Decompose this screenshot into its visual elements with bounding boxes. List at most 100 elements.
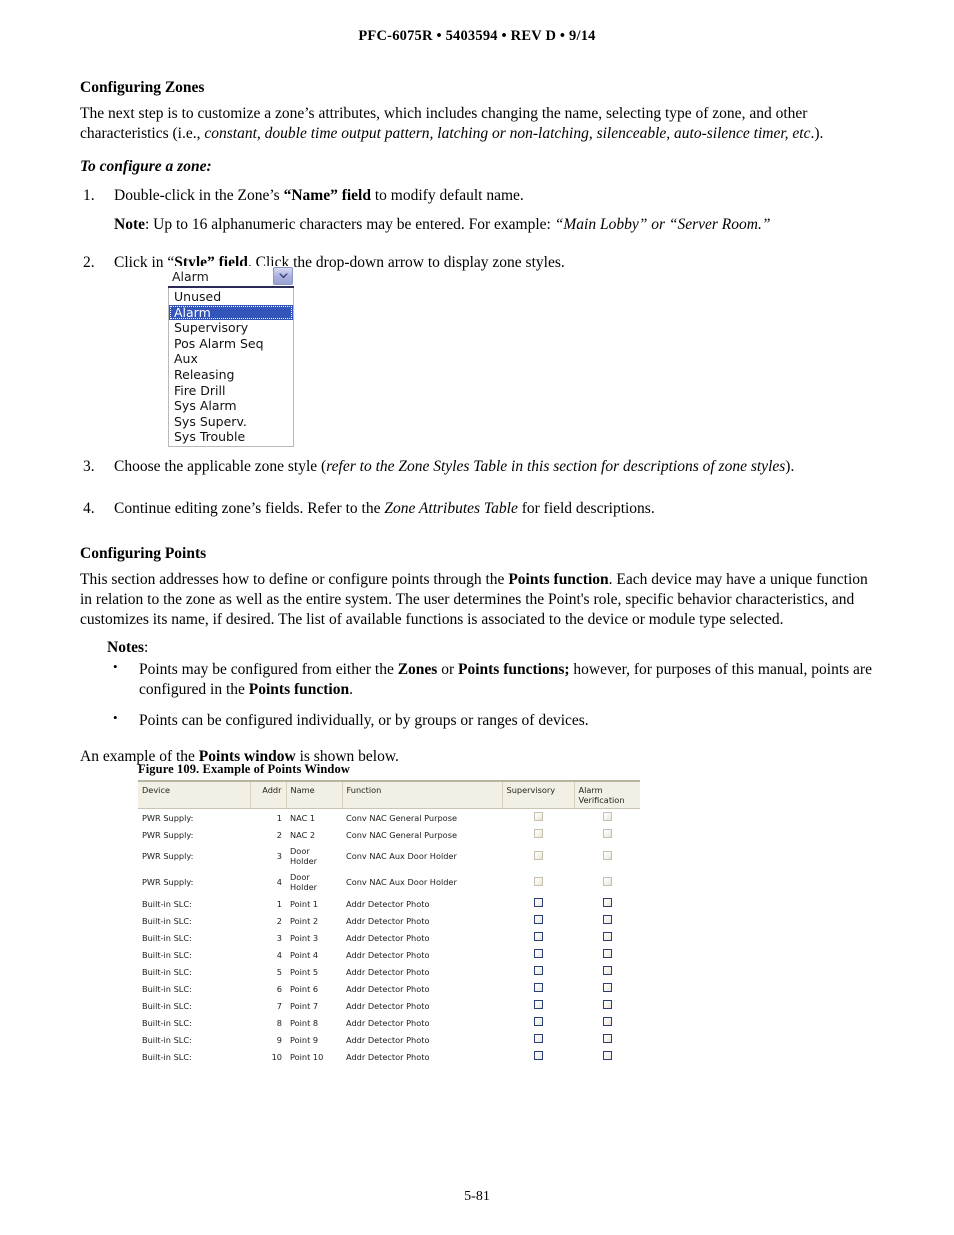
cell-alarm-verification[interactable] [574, 1031, 640, 1048]
column-header-supervisory[interactable]: Supervisory [501, 780, 574, 809]
table-row[interactable]: Built-in SLC: 6 Point 6 Addr Detector Photo [138, 980, 640, 997]
table-row[interactable]: Built-in SLC: 1 Point 1 Addr Detector Photo [138, 895, 640, 912]
column-header-name[interactable]: Name [285, 780, 342, 809]
checkbox-supervisory[interactable] [533, 1034, 543, 1043]
table-row[interactable]: PWR Supply: 4 Door Holder Conv NAC Aux Door… [138, 869, 640, 895]
table-row[interactable]: Built-in SLC: 2 Point 2 Addr Detector Photo [138, 912, 640, 929]
cell-alarm-verification[interactable] [574, 912, 640, 929]
cell-alarm-verification[interactable] [574, 946, 640, 963]
table-row[interactable]: Built-in SLC: 5 Point 5 Addr Detector Photo [138, 963, 640, 980]
cell-addr: 10 [271, 1051, 282, 1062]
checkbox-alarm-verification[interactable] [602, 983, 612, 992]
checkbox-alarm-verification[interactable] [602, 1017, 612, 1026]
cell-alarm-verification[interactable] [574, 997, 640, 1014]
cell-addr: 3 [276, 851, 282, 861]
cell-supervisory[interactable] [502, 869, 574, 895]
table-row[interactable]: Built-in SLC: 9 Point 9 Addr Detector Photo [138, 1031, 640, 1048]
cell-supervisory[interactable] [502, 1014, 574, 1031]
notes-colon: : [144, 638, 149, 656]
cell-function: Addr Detector Photo [346, 915, 430, 926]
cell-supervisory[interactable] [502, 980, 574, 997]
style-dropdown[interactable]: Alarm Unused Alarm Supervisory Pos Alarm… [168, 266, 294, 447]
step-3-italic: refer to the Zone Styles Table in this s… [326, 458, 786, 476]
checkbox-alarm-verification [602, 829, 612, 838]
table-row[interactable]: Built-in SLC: 4 Point 4 Addr Detector Photo [138, 946, 640, 963]
cell-alarm-verification[interactable] [574, 809, 640, 827]
dropdown-option-releasing[interactable]: Releasing [169, 367, 293, 383]
checkbox-supervisory[interactable] [533, 1000, 543, 1009]
cell-device: PWR Supply: [142, 851, 194, 861]
dropdown-option-sys-trouble[interactable]: Sys Trouble [169, 429, 293, 445]
dropdown-option-pos-alarm-seq[interactable]: Pos Alarm Seq [169, 336, 293, 352]
dropdown-option-unused[interactable]: Unused [169, 289, 293, 305]
cell-supervisory[interactable] [502, 843, 574, 869]
column-header-alarm-verification[interactable]: Alarm Verification [573, 780, 640, 809]
dropdown-option-sys-alarm[interactable]: Sys Alarm [169, 398, 293, 414]
cell-alarm-verification[interactable] [574, 895, 640, 912]
table-row[interactable]: PWR Supply: 2 NAC 2 Conv NAC General Purpos… [138, 826, 640, 843]
cell-addr: 5 [276, 966, 282, 977]
cell-alarm-verification[interactable] [574, 929, 640, 946]
checkbox-supervisory[interactable] [533, 1017, 543, 1026]
checkbox-supervisory[interactable] [533, 983, 543, 992]
dropdown-option-aux[interactable]: Aux [169, 351, 293, 367]
checkbox-alarm-verification[interactable] [602, 898, 612, 907]
table-row[interactable]: PWR Supply: 3 Door Holder Conv NAC Aux Door… [138, 843, 640, 869]
cell-alarm-verification[interactable] [574, 869, 640, 895]
checkbox-supervisory[interactable] [533, 932, 543, 941]
checkbox-supervisory[interactable] [533, 915, 543, 924]
dropdown-option-sys-superv[interactable]: Sys Superv. [169, 414, 293, 430]
cell-supervisory[interactable] [502, 826, 574, 843]
step-3-number: 3. [83, 458, 95, 476]
chevron-down-icon[interactable] [273, 267, 293, 285]
style-dropdown-box[interactable]: Alarm [168, 266, 294, 288]
cell-supervisory[interactable] [502, 963, 574, 980]
checkbox-supervisory[interactable] [533, 949, 543, 958]
column-header-function[interactable]: Function [341, 780, 502, 809]
cell-addr: 3 [276, 932, 282, 943]
cell-supervisory[interactable] [502, 997, 574, 1014]
checkbox-alarm-verification[interactable] [602, 949, 612, 958]
table-row[interactable]: Built-in SLC: 7 Point 7 Addr Detector Photo [138, 997, 640, 1014]
cell-supervisory[interactable] [502, 912, 574, 929]
cell-device: Built-in SLC: [142, 1051, 192, 1062]
cell-addr: 7 [276, 1000, 282, 1011]
column-header-device[interactable]: Device [138, 780, 250, 809]
dropdown-option-alarm[interactable]: Alarm [169, 304, 293, 321]
checkbox-supervisory[interactable] [533, 966, 543, 975]
table-row[interactable]: Built-in SLC: 3 Point 3 Addr Detector Photo [138, 929, 640, 946]
cell-alarm-verification[interactable] [574, 963, 640, 980]
checkbox-alarm-verification[interactable] [602, 1034, 612, 1043]
cell-supervisory[interactable] [502, 929, 574, 946]
cell-alarm-verification[interactable] [574, 843, 640, 869]
style-dropdown-list[interactable]: Unused Alarm Supervisory Pos Alarm Seq A… [168, 288, 294, 447]
column-header-addr[interactable]: Addr [249, 780, 286, 809]
cell-supervisory[interactable] [502, 809, 574, 827]
cell-supervisory[interactable] [502, 1031, 574, 1048]
table-row[interactable]: PWR Supply: 1 NAC 1 Conv NAC General Purpos… [138, 809, 640, 827]
cell-name: Point 10 [290, 1051, 324, 1062]
checkbox-alarm-verification[interactable] [602, 1051, 612, 1060]
dropdown-option-fire-drill[interactable]: Fire Drill [169, 383, 293, 399]
cell-alarm-verification[interactable] [574, 980, 640, 997]
table-row[interactable]: Built-in SLC: 10 Point 10 Addr Detector Pho… [138, 1048, 640, 1065]
checkbox-alarm-verification[interactable] [602, 915, 612, 924]
checkbox-supervisory[interactable] [533, 1051, 543, 1060]
checkbox-supervisory[interactable] [533, 898, 543, 907]
cell-alarm-verification[interactable] [574, 1048, 640, 1065]
dropdown-option-supervisory[interactable]: Supervisory [169, 320, 293, 336]
points-intro-bold: Points function [508, 571, 609, 589]
checkbox-alarm-verification[interactable] [602, 932, 612, 941]
points-table-body: PWR Supply: 1 NAC 1 Conv NAC General Purpos… [138, 809, 640, 1066]
style-dropdown-value: Alarm [172, 269, 209, 284]
step-4-text-a: Continue editing zone’s fields. Refer to… [114, 499, 385, 517]
checkbox-alarm-verification[interactable] [602, 1000, 612, 1009]
checkbox-alarm-verification[interactable] [602, 966, 612, 975]
cell-alarm-verification[interactable] [574, 826, 640, 843]
cell-alarm-verification[interactable] [574, 1014, 640, 1031]
table-row[interactable]: Built-in SLC: 8 Point 8 Addr Detector Photo [138, 1014, 640, 1031]
checkbox-supervisory [533, 850, 543, 860]
cell-supervisory[interactable] [502, 946, 574, 963]
cell-supervisory[interactable] [502, 1048, 574, 1065]
cell-supervisory[interactable] [502, 895, 574, 912]
